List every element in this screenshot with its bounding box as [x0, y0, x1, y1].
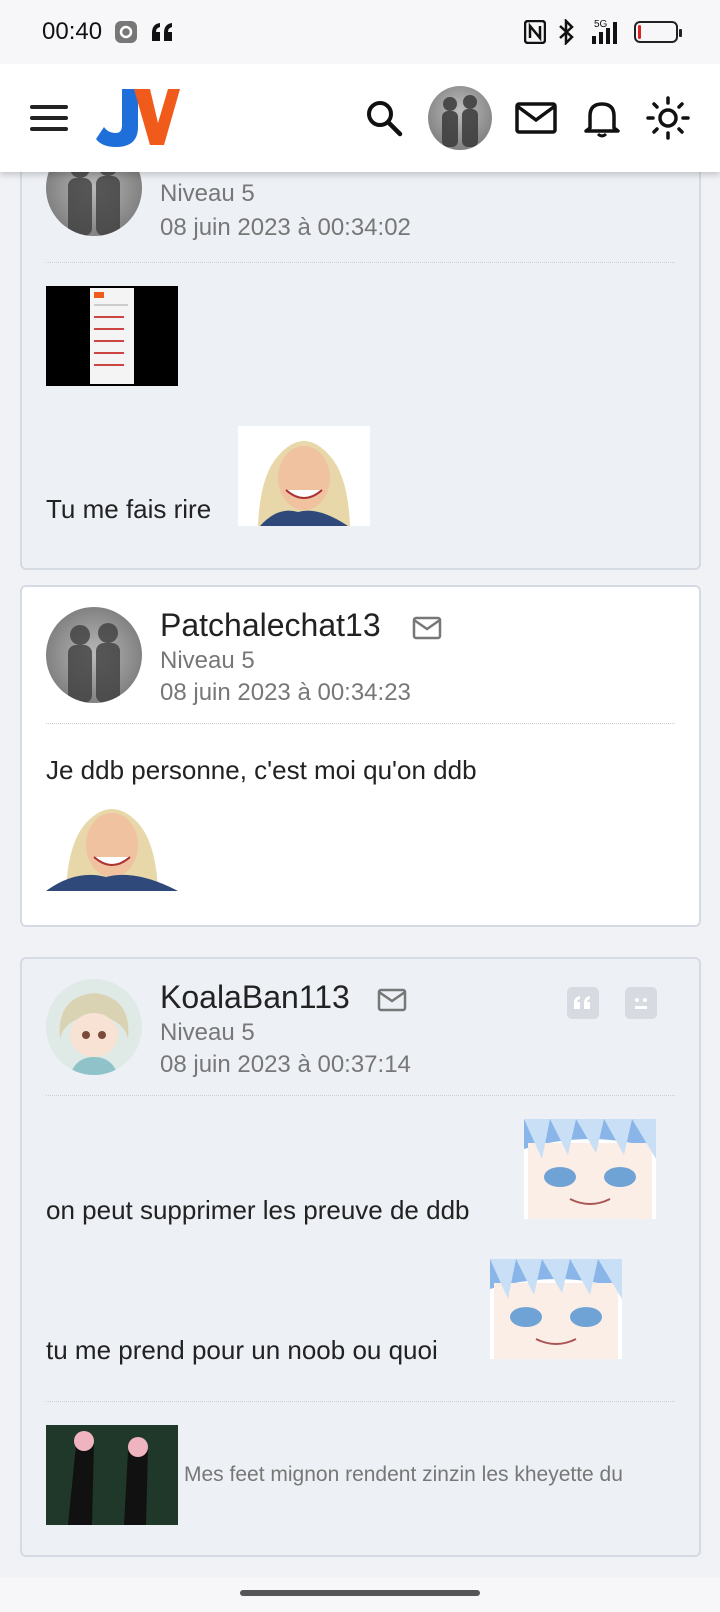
mail-icon[interactable]: [514, 96, 558, 140]
quote-app-icon: [150, 21, 176, 43]
sticker-image[interactable]: [46, 795, 178, 891]
search-icon[interactable]: [362, 96, 406, 140]
avatar[interactable]: [46, 607, 142, 703]
gesture-bar: [0, 1578, 720, 1612]
message-text: Tu me fais rire: [46, 494, 212, 524]
bell-icon[interactable]: [580, 96, 624, 140]
svg-text:5G: 5G: [594, 19, 608, 30]
message-text: on peut supprimer les preuve de ddb: [46, 1195, 470, 1225]
mail-icon[interactable]: [412, 616, 442, 640]
signal-icon: 5G: [588, 18, 624, 46]
settings-icon: [114, 20, 138, 44]
status-time: 00:40: [42, 18, 103, 45]
divider: [46, 262, 675, 263]
avatar[interactable]: [46, 979, 142, 1075]
signature-image[interactable]: [46, 1425, 178, 1525]
status-bar: 00:40 5G: [0, 0, 720, 64]
divider: [46, 1095, 675, 1096]
divider: [46, 723, 675, 724]
author-name[interactable]: KoalaBan113: [160, 979, 350, 1016]
post-date[interactable]: 08 juin 2023 à 00:37:14: [160, 1051, 411, 1079]
author-level: Niveau 5: [160, 647, 255, 674]
message-text: tu me prend pour un noob ou quoi: [46, 1335, 438, 1365]
avatar[interactable]: [428, 86, 492, 150]
home-indicator[interactable]: [240, 1590, 480, 1596]
nfc-icon: [524, 20, 546, 44]
mail-icon[interactable]: [377, 988, 407, 1012]
forum-post: Niveau 5 08 juin 2023 à 00:34:02 Tu me f…: [20, 120, 701, 570]
forum-post: Patchalechat13 Niveau 5 08 juin 2023 à 0…: [20, 585, 701, 927]
author-level: Niveau 5: [160, 180, 255, 207]
jv-logo[interactable]: [94, 85, 180, 151]
author-name[interactable]: Patchalechat13: [160, 607, 381, 644]
author-level: Niveau 5: [160, 1019, 255, 1046]
divider: [46, 1401, 675, 1402]
forum-post: KoalaBan113 Niveau 5 08 juin 2023 à 00:3…: [20, 957, 701, 1557]
signature-text: Mes feet mignon rendent zinzin les kheye…: [184, 1463, 623, 1486]
sticker-image[interactable]: [490, 1259, 622, 1359]
app-bar: [0, 64, 720, 172]
quote-icon[interactable]: [567, 987, 599, 1019]
report-icon[interactable]: [625, 987, 657, 1019]
sticker-image[interactable]: [238, 426, 370, 526]
brightness-icon[interactable]: [646, 96, 690, 140]
post-date[interactable]: 08 juin 2023 à 00:34:23: [160, 679, 411, 707]
sticker-image[interactable]: [524, 1119, 656, 1219]
bluetooth-icon: [556, 19, 578, 45]
post-date[interactable]: 08 juin 2023 à 00:34:02: [160, 214, 411, 242]
menu-icon[interactable]: [30, 98, 70, 138]
message-text: Je ddb personne, c'est moi qu'on ddb: [46, 755, 477, 785]
quote-image[interactable]: [46, 286, 178, 386]
battery-icon: [634, 21, 682, 43]
